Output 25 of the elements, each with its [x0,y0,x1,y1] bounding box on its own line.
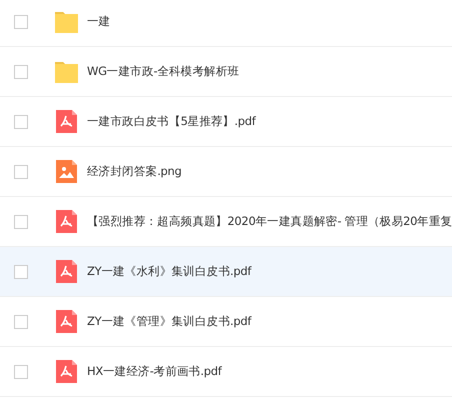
file-name[interactable]: ZY一建《管理》集训白皮书.pdf [87,312,252,330]
folder-icon [55,60,78,82]
file-name[interactable]: 一建 [87,12,110,30]
pdf-file-icon [56,310,77,333]
checkbox[interactable] [14,364,28,378]
file-name[interactable]: 【强烈推荐：超高频真题】2020年一建真题解密- 管理（极易20年重复 [87,212,452,230]
checkbox[interactable] [14,114,28,128]
checkbox[interactable] [14,314,28,328]
pdf-file-icon [56,260,77,283]
checkbox[interactable] [14,264,28,278]
pdf-file-icon [56,110,77,133]
checkbox[interactable] [14,164,28,178]
file-row[interactable]: ZY一建《水利》集训白皮书.pdf [0,247,452,297]
file-name[interactable]: ZY一建《水利》集训白皮书.pdf [87,262,252,280]
checkbox[interactable] [14,214,28,228]
pdf-file-icon [56,210,77,233]
checkbox[interactable] [14,14,28,28]
file-name[interactable]: HX一建经济-考前画书.pdf [87,362,222,380]
image-file-icon [56,160,77,183]
file-name[interactable]: WG一建市政-全科模考解析班 [87,62,240,80]
file-name[interactable]: 经济封闭答案.png [87,162,182,180]
folder-icon [55,10,78,32]
pdf-file-icon [56,360,77,383]
checkbox[interactable] [14,64,28,78]
file-name[interactable]: 一建市政白皮书【5星推荐】.pdf [87,112,256,130]
